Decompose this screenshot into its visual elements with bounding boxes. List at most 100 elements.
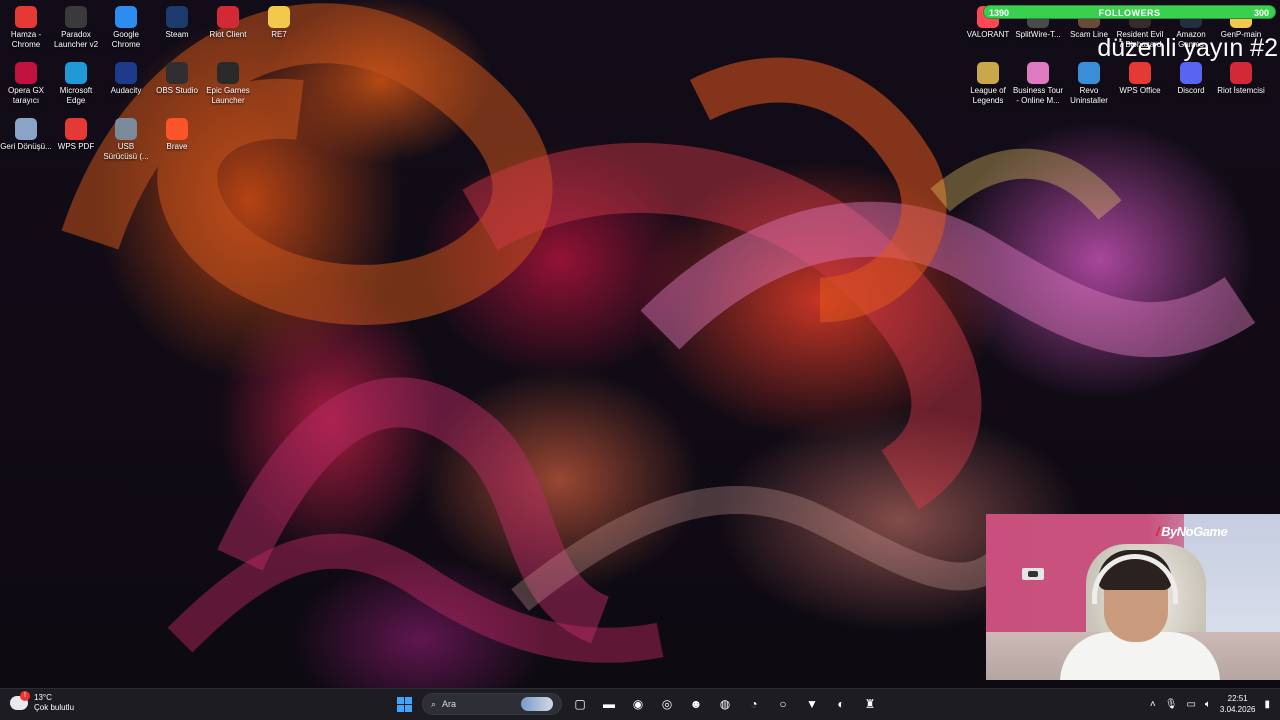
desktop-icon-label: League of Legends xyxy=(970,86,1006,105)
desktop-icon-label: Epic Games Launcher xyxy=(206,86,250,105)
riot-icon xyxy=(1230,62,1252,84)
opera-gx-icon[interactable]: ○ xyxy=(772,693,794,715)
chevron-up-icon[interactable]: ˄ xyxy=(1150,699,1156,710)
taskbar-search[interactable]: ⌕ Ara xyxy=(422,693,562,715)
desktop-icon-label: USB Sürücüsü (... xyxy=(103,142,149,161)
desktop-icon-label: OBS Studio xyxy=(156,86,198,95)
discord-icon xyxy=(1180,62,1202,84)
search-highlight-image xyxy=(521,697,553,711)
desktop-icon[interactable]: League of Legends xyxy=(962,62,1014,106)
desktop-icon[interactable]: Revo Uninstaller xyxy=(1063,62,1115,106)
desktop-icon[interactable]: WPS Office xyxy=(1114,62,1166,96)
desktop-icon[interactable]: Steam xyxy=(151,6,203,40)
edge-icon xyxy=(65,62,87,84)
desktop-icon-label: Business Tour - Online M... xyxy=(1012,86,1064,105)
desktop-icon[interactable]: Geri Dönüşü... xyxy=(0,118,52,152)
desktop-icon[interactable]: Brave xyxy=(151,118,203,152)
obs-icon xyxy=(166,62,188,84)
desktop-icon-label: WPS PDF xyxy=(57,142,95,151)
desktop-icon-label: Revo Uninstaller xyxy=(1070,86,1108,105)
desktop-icon[interactable]: Google Chrome xyxy=(100,6,152,50)
followers-title: FOLLOWERS xyxy=(1098,8,1161,18)
business-tour-icon xyxy=(1027,62,1049,84)
chrome-icon xyxy=(115,6,137,28)
desktop-icon[interactable]: OBS Studio xyxy=(151,62,203,96)
system-tray: ˄ 🎙︎ ▭ 🔈︎ 22:51 3.04.2026 ▮ xyxy=(1150,693,1270,715)
usb-drive-icon xyxy=(115,118,137,140)
notification-badge: ! xyxy=(20,691,30,701)
desktop-icon-label: Hamza - Chrome xyxy=(10,30,42,49)
desktop-icon-label: Paradox Launcher v2 xyxy=(53,30,99,49)
network-icon[interactable]: ▭ xyxy=(1186,699,1195,710)
desktop-icon[interactable]: Paradox Launcher v2 xyxy=(50,6,102,50)
desktop-icon-label: WPS Office xyxy=(1119,86,1161,95)
weather-widget[interactable]: ! 13°C Çok bulutlu xyxy=(10,691,74,713)
clock-date: 3.04.2026 xyxy=(1219,705,1256,714)
desktop-icon-label: Brave xyxy=(166,142,188,151)
followers-goal: 300 xyxy=(1253,8,1269,18)
edge-icon[interactable]: ◐ xyxy=(830,693,852,715)
brand-mark-icon: / xyxy=(1156,524,1160,539)
taskbar-clock[interactable]: 22:51 3.04.2026 xyxy=(1220,693,1256,715)
weather-text: 13°C Çok bulutlu xyxy=(34,693,74,713)
epic-icon xyxy=(217,62,239,84)
weather-temp: 13°C xyxy=(34,693,52,702)
followers-goal-bar: 1390 FOLLOWERS 300 xyxy=(983,5,1276,19)
brand-text: ByNoGame xyxy=(1161,524,1228,539)
desktop-icon[interactable]: Audacity xyxy=(100,62,152,96)
audacity-icon xyxy=(115,62,137,84)
lol-icon xyxy=(977,62,999,84)
brave-icon[interactable]: ▼ xyxy=(801,693,823,715)
desktop-icon[interactable]: Hamza - Chrome xyxy=(0,6,52,50)
paradox-icon xyxy=(65,6,87,28)
search-placeholder: Ara xyxy=(442,699,457,709)
desktop-icon[interactable]: WPS PDF xyxy=(50,118,102,152)
desktop-icon-label: Riot İstemcisi xyxy=(1217,86,1265,95)
desktop-icon-label: RE7 xyxy=(271,30,287,39)
weather-condition: Çok bulutlu xyxy=(34,703,75,712)
chrome-profile-icon xyxy=(15,6,37,28)
file-explorer-icon[interactable]: ▬ xyxy=(598,693,620,715)
clock-app-icon[interactable]: ◔ xyxy=(743,693,765,715)
desktop-icon-label: Discord xyxy=(1177,86,1205,95)
opera-gx-icon xyxy=(15,62,37,84)
desktop-icon-label: Google Chrome xyxy=(111,30,141,49)
chrome-icon[interactable]: ◍ xyxy=(714,693,736,715)
revo-icon xyxy=(1078,62,1100,84)
riot-icon xyxy=(217,6,239,28)
wps-pdf-icon xyxy=(65,118,87,140)
desktop-icon[interactable]: Business Tour - Online M... xyxy=(1012,62,1064,106)
volume-icon[interactable]: 🔈︎ xyxy=(1205,699,1211,710)
desktop-icon[interactable]: Epic Games Launcher xyxy=(202,62,254,106)
notifications-icon[interactable]: ▮ xyxy=(1264,699,1270,710)
steam-icon[interactable]: ◉ xyxy=(627,693,649,715)
desktop-icon[interactable]: Riot İstemcisi xyxy=(1215,62,1267,96)
app-icon[interactable]: ♜ xyxy=(859,693,881,715)
desktop-icon[interactable]: Microsoft Edge xyxy=(50,62,102,106)
obs-icon[interactable]: ◎ xyxy=(656,693,678,715)
folder-icon xyxy=(268,6,290,28)
taskbar-center: ⌕ Ara ▢ ▬ ◉ ◎ ☻ ◍ ◔ ○ ▼ ◐ ♜ xyxy=(393,693,881,715)
recycle-bin-icon xyxy=(15,118,37,140)
stream-title: düzenli yayın #2 xyxy=(1097,34,1278,62)
microphone-icon[interactable]: 🎙︎ xyxy=(1165,699,1178,710)
desktop-icon-label: Microsoft Edge xyxy=(59,86,93,105)
desktop-icon[interactable]: Discord xyxy=(1165,62,1217,96)
desktop-icon[interactable]: Opera GX tarayıcı xyxy=(0,62,52,106)
desktop-icon-label: Opera GX tarayıcı xyxy=(7,86,44,105)
cloud-icon: ! xyxy=(10,691,30,710)
desktop-icon[interactable]: USB Sürücüsü (... xyxy=(100,118,152,162)
discord-icon[interactable]: ☻ xyxy=(685,693,707,715)
steam-icon xyxy=(166,6,188,28)
search-icon: ⌕ xyxy=(431,698,437,709)
webcam-brand-logo: / ByNoGame xyxy=(1156,524,1228,539)
desktop-icon[interactable]: RE7 xyxy=(253,6,305,40)
desktop-icon[interactable]: Riot Client xyxy=(202,6,254,40)
task-view-icon[interactable]: ▢ xyxy=(569,693,591,715)
desktop-icon-label: Riot Client xyxy=(209,30,247,39)
wps-office-icon xyxy=(1129,62,1151,84)
desktop-icon-label: SplitWire-T... xyxy=(1015,30,1061,39)
desktop-icon-label: Audacity xyxy=(110,86,142,95)
start-button[interactable] xyxy=(393,693,415,715)
desktop-icon-label: Steam xyxy=(165,30,189,39)
